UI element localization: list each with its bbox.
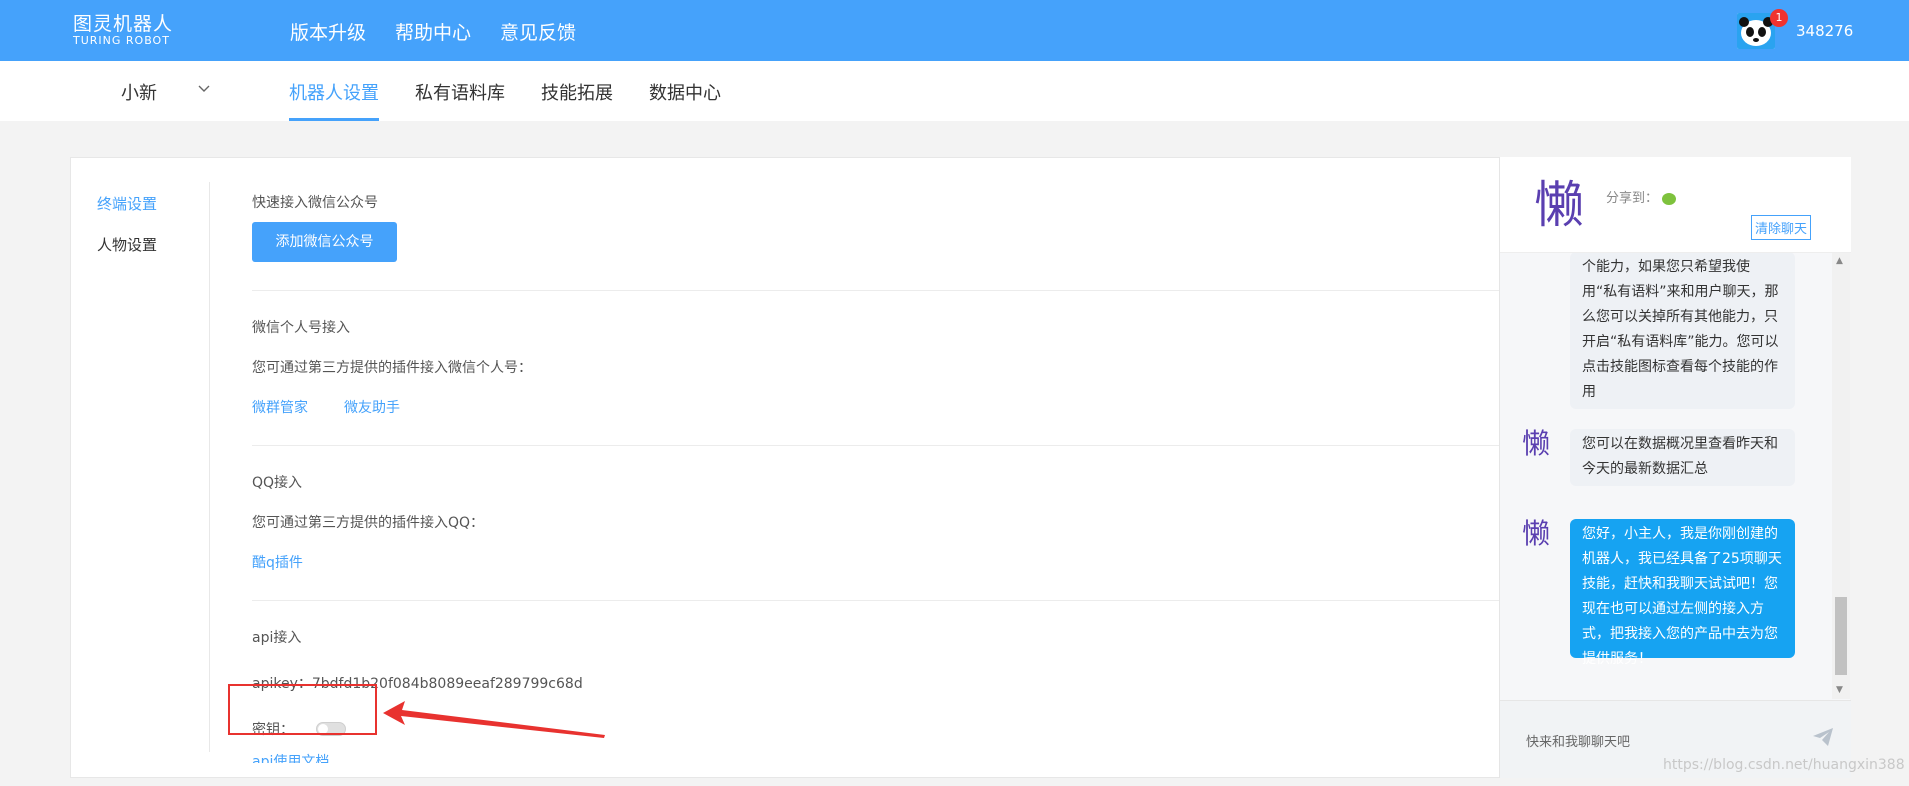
tab-private-corpus[interactable]: 私有语料库 [415, 79, 505, 121]
wechat-personal-title: 微信个人号接入 [252, 320, 350, 336]
logo-en: TURING ROBOT [73, 34, 170, 47]
link-weiqun[interactable]: 微群管家 [252, 397, 308, 417]
chat-scrollbar[interactable]: ▲ ▼ [1832, 253, 1850, 699]
tab-robot-settings[interactable]: 机器人设置 [289, 79, 379, 121]
sub-tabs: 机器人设置 私有语料库 技能拓展 数据中心 [289, 79, 721, 121]
wechat-plugin-links: 微群管家 微友助手 [252, 397, 1572, 417]
terminal-settings-content: 快速接入微信公众号 添加微信公众号 微信个人号接入 您可通过第三方提供的插件接入… [252, 192, 1572, 763]
api-doc-link[interactable]: api使用文档 [252, 751, 1572, 763]
side-menu: 终端设置 人物设置 [97, 193, 157, 275]
link-kuq[interactable]: 酷q插件 [252, 552, 303, 572]
wechat-icon[interactable] [1662, 192, 1677, 205]
chevron-down-icon[interactable] [197, 83, 211, 97]
bot-avatar-small: 懒 [1522, 517, 1551, 550]
chat-messages: 个能力，如果您只希望我使用“私有语料”来和用户聊天，那么您可以关掉所有其他能力，… [1500, 253, 1851, 700]
wechat-official-title: 快速接入微信公众号 [252, 195, 378, 211]
link-weiyou[interactable]: 微友助手 [344, 397, 400, 417]
chat-message: 您好，小主人，我是你刚创建的机器人，我已经具备了25项聊天技能，赶快和我聊天试试… [1570, 519, 1795, 667]
logo[interactable]: 图灵机器人 TURING ROBOT [73, 14, 173, 47]
divider [252, 600, 1572, 601]
top-bar: 图灵机器人 TURING ROBOT 版本升级 帮助中心 意见反馈 1 3482… [0, 0, 1909, 61]
scroll-up-icon[interactable]: ▲ [1836, 256, 1843, 266]
share-label: 分享到： [1606, 191, 1659, 206]
scroll-thumb[interactable] [1835, 597, 1847, 675]
wechat-personal-desc: 您可通过第三方提供的插件接入微信个人号： [252, 360, 532, 376]
clear-chat-button[interactable]: 清除聊天 [1751, 215, 1812, 240]
logo-cn: 图灵机器人 [73, 13, 174, 35]
qq-desc: 您可通过第三方提供的插件接入QQ： [252, 515, 485, 531]
apikey-value: apikey：7bdfd1b20f084b8089eeaf289799c68d [252, 676, 583, 692]
username[interactable]: 348276 [1796, 22, 1853, 40]
chat-input-placeholder: 快来和我聊聊天吧 [1526, 735, 1631, 750]
annotation-arrow-icon [383, 695, 608, 747]
annotation-highlight-box [228, 684, 377, 735]
chat-message: 您可以在数据概况里查看昨天和今天的最新数据汇总 [1570, 429, 1795, 486]
sub-nav: 小新 机器人设置 私有语料库 技能拓展 数据中心 [0, 61, 1909, 121]
send-icon[interactable] [1813, 728, 1833, 750]
notification-badge[interactable]: 1 [1770, 9, 1788, 27]
qq-plugin-links: 酷q插件 [252, 552, 1572, 572]
watermark: https://blog.csdn.net/huangxin388 [1663, 757, 1905, 773]
api-title: api接入 [252, 630, 302, 646]
bot-avatar: 懒 [1534, 176, 1584, 234]
add-wechat-official-button[interactable]: 添加微信公众号 [252, 222, 397, 262]
divider-vertical [209, 182, 210, 752]
scroll-down-icon[interactable]: ▼ [1836, 685, 1843, 695]
qq-title: QQ接入 [252, 475, 303, 491]
nav-feedback[interactable]: 意见反馈 [500, 18, 576, 45]
divider [252, 290, 1572, 291]
chat-message: 个能力，如果您只希望我使用“私有语料”来和用户聊天，那么您可以关掉所有其他能力，… [1570, 253, 1795, 409]
nav-help[interactable]: 帮助中心 [395, 18, 471, 45]
bot-selector[interactable]: 小新 [121, 79, 157, 105]
sidebar-item-persona[interactable]: 人物设置 [97, 234, 157, 255]
sidebar-item-terminal[interactable]: 终端设置 [97, 193, 157, 214]
tab-skills[interactable]: 技能拓展 [541, 79, 613, 121]
divider [252, 445, 1572, 446]
nav-upgrade[interactable]: 版本升级 [290, 18, 366, 45]
bot-avatar-small: 懒 [1522, 427, 1551, 460]
chat-header: 懒 分享到： 清除聊天 [1500, 157, 1851, 253]
top-nav: 版本升级 帮助中心 意见反馈 [290, 18, 576, 45]
share-row: 分享到： [1606, 187, 1677, 206]
chat-panel: 懒 分享到： 清除聊天 个能力，如果您只希望我使用“私有语料”来和用户聊天，那么… [1499, 157, 1851, 778]
tab-data-center[interactable]: 数据中心 [649, 79, 721, 121]
